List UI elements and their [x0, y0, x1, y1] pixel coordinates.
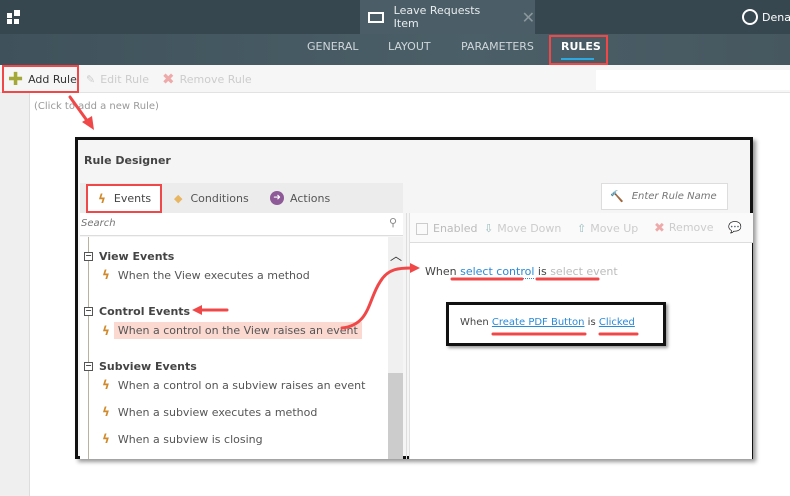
arrowhead: [192, 305, 202, 315]
arrow-to-rule: [340, 266, 414, 330]
arrowhead: [410, 263, 420, 273]
arrow-add-rule: [68, 95, 90, 124]
annotation-arrows: [68, 95, 639, 336]
